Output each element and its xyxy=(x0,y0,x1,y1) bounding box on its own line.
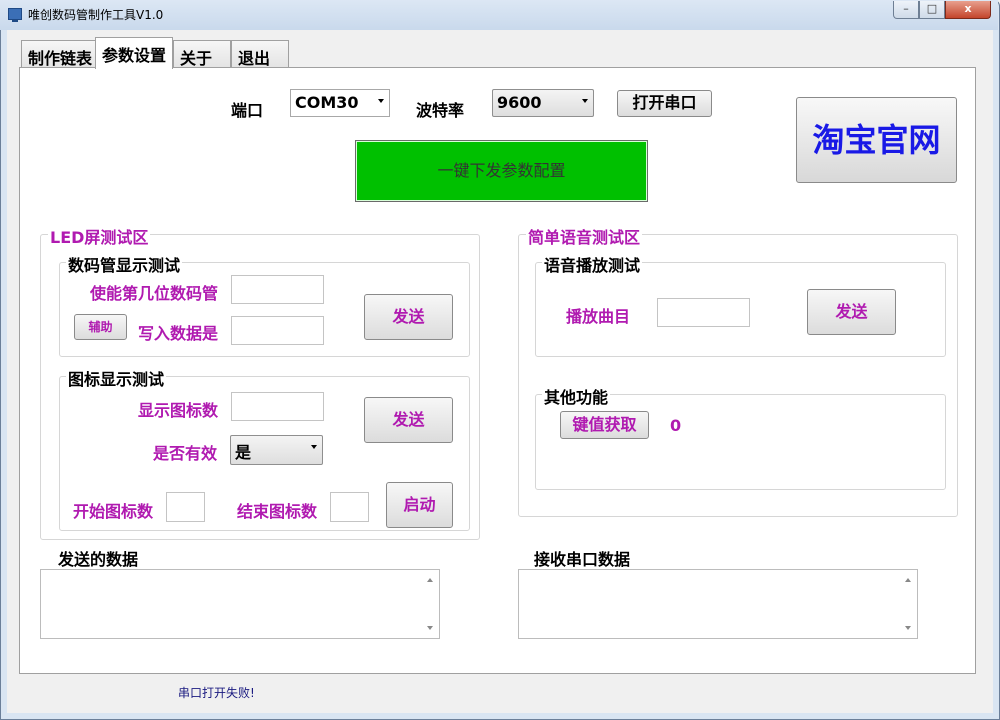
other-functions-title: 其他功能 xyxy=(542,384,611,408)
icon-send-button[interactable]: 发送 xyxy=(364,397,453,443)
track-input[interactable] xyxy=(657,298,750,327)
get-key-button[interactable]: 键值获取 xyxy=(560,411,649,439)
port-select[interactable]: COM30 xyxy=(290,89,390,117)
digit-send-button[interactable]: 发送 xyxy=(364,294,453,340)
icon-count-label: 显示图标数 xyxy=(138,401,219,420)
valid-select[interactable]: 是 xyxy=(230,435,323,465)
scroll-down-icon[interactable] xyxy=(427,626,433,630)
baud-select[interactable]: 9600 xyxy=(492,89,594,117)
digit-test-title: 数码管显示测试 xyxy=(66,252,183,276)
sent-data-label: 发送的数据 xyxy=(58,550,139,569)
voice-play-title: 语音播放测试 xyxy=(542,252,643,276)
valid-value: 是 xyxy=(235,443,252,462)
write-data-input[interactable] xyxy=(231,316,324,345)
chevron-down-icon xyxy=(582,99,588,103)
track-label: 播放曲目 xyxy=(566,307,631,326)
write-data-label: 写入数据是 xyxy=(138,324,219,343)
status-text: 串口打开失败! xyxy=(178,686,255,700)
start-button[interactable]: 启动 xyxy=(386,482,453,528)
received-data-label: 接收串口数据 xyxy=(534,550,631,569)
valid-label: 是否有效 xyxy=(153,444,218,463)
end-icon-input[interactable] xyxy=(330,492,369,522)
other-functions-group xyxy=(535,394,946,490)
aux-button[interactable]: 辅助 xyxy=(74,314,127,340)
sent-data-textarea[interactable] xyxy=(40,569,440,639)
enable-digit-input[interactable] xyxy=(231,275,324,304)
voice-send-button[interactable]: 发送 xyxy=(807,289,896,335)
key-value: 0 xyxy=(670,416,682,435)
voice-test-title: 简单语音测试区 xyxy=(526,224,643,248)
icon-test-title: 图标显示测试 xyxy=(66,366,167,390)
scroll-up-icon[interactable] xyxy=(427,578,433,582)
received-data-textarea[interactable] xyxy=(518,569,918,639)
chevron-down-icon xyxy=(378,99,384,103)
icon-count-input[interactable] xyxy=(231,392,324,421)
received-data-scrollbar[interactable] xyxy=(900,570,917,638)
led-test-title: LED屏测试区 xyxy=(48,224,151,248)
taobao-button[interactable]: 淘宝官网 xyxy=(796,97,957,183)
open-port-button[interactable]: 打开串口 xyxy=(617,90,712,117)
scroll-down-icon[interactable] xyxy=(905,626,911,630)
baud-value: 9600 xyxy=(497,93,542,112)
baud-label: 波特率 xyxy=(416,101,465,120)
enable-digit-label: 使能第几位数码管 xyxy=(90,284,219,303)
port-label: 端口 xyxy=(231,101,264,120)
port-value: COM30 xyxy=(295,93,359,112)
start-icon-input[interactable] xyxy=(166,492,205,522)
send-config-button[interactable]: 一键下发参数配置 xyxy=(355,140,648,202)
scroll-up-icon[interactable] xyxy=(905,578,911,582)
chevron-down-icon xyxy=(311,445,317,449)
end-icon-label: 结束图标数 xyxy=(237,502,318,521)
start-icon-label: 开始图标数 xyxy=(73,502,154,521)
sent-data-scrollbar[interactable] xyxy=(422,570,439,638)
